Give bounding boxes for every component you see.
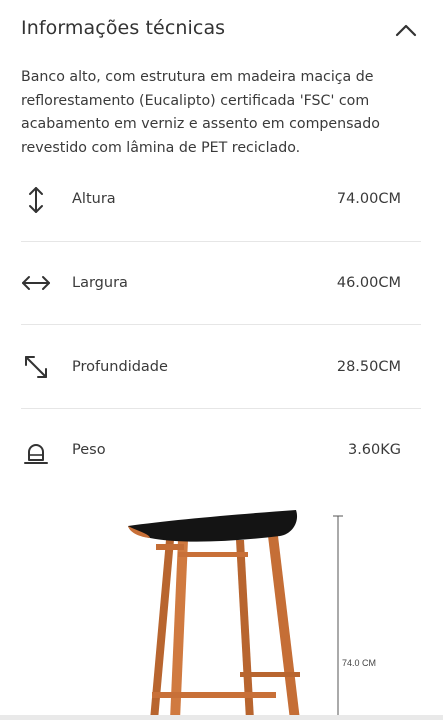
spec-value: 28.50CM [336,359,401,375]
chevron-up-icon [395,24,417,37]
spec-label: Profundidade [72,359,168,375]
spec-value: 74.00CM [336,191,401,207]
diagonal-arrows-icon [25,356,47,378]
product-image: 74.0 CM [0,500,443,720]
divider [21,324,421,325]
spec-value: 3.60KG [347,442,401,458]
dimension-label: 74.0 CM [342,658,376,668]
spec-label: Altura [72,191,116,207]
stool-illustration: 74.0 CM [128,510,376,720]
technical-info-header[interactable]: Informações técnicas [0,0,443,60]
divider [21,408,421,409]
spec-label: Peso [72,442,106,458]
bottom-edge [0,715,443,720]
spec-label: Largura [72,275,128,291]
spec-row-height: Altura 74.00CM [0,182,443,265]
spec-row-depth: Profundidade 28.50CM [0,350,443,433]
vertical-arrows-icon [29,187,43,213]
weight-icon [24,444,48,464]
spec-row-width: Largura 46.00CM [0,266,443,349]
divider [21,241,421,242]
section-title: Informações técnicas [21,17,226,39]
spec-value: 46.00CM [336,275,401,291]
product-description: Banco alto, com estrutura em madeira mac… [21,69,380,156]
horizontal-arrows-icon [22,276,50,290]
collapse-button[interactable] [392,18,420,42]
